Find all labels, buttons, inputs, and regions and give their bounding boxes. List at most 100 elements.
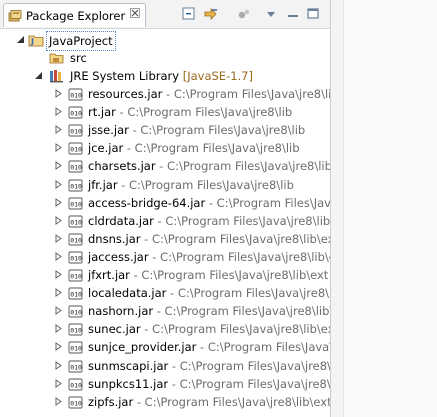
jar-icon: 010	[68, 142, 83, 155]
jar-path: - C:\Program Files\Java\jre8\lib	[168, 376, 331, 391]
jar-icon: 010	[68, 179, 83, 191]
tree-item-project[interactable]: J JavaProject	[0, 31, 330, 51]
collapsed-twisty-icon[interactable]	[54, 233, 63, 243]
tree-item-jar[interactable]: 010 charsets.jar - C:\Program Files\Java\…	[0, 157, 330, 175]
collapsed-twisty-icon[interactable]	[54, 251, 63, 261]
jar-icon: 010	[68, 269, 83, 282]
jar-name: jfr.jar	[88, 177, 118, 192]
tree-item-jar[interactable]: 010 dnsns.jar - C:\Program Files\Java\jre…	[0, 230, 330, 248]
source-folder-icon	[49, 53, 64, 64]
tree-item-jar[interactable]: 010 nashorn.jar - C:\Program Files\Java\j…	[0, 302, 330, 320]
jar-path: - C:\Program Files\Java\jre8\lib	[128, 123, 306, 138]
collapsed-twisty-icon[interactable]	[54, 215, 63, 225]
collapse-all-icon[interactable]	[181, 6, 197, 22]
tree-item-jar[interactable]: 010 jfxrt.jar - C:\Program Files\Java\jre…	[0, 266, 330, 284]
expanded-twisty-icon[interactable]	[16, 35, 25, 44]
svg-text:010: 010	[70, 309, 82, 317]
tree-item-jar[interactable]: 010 jfr.jar - C:\Program Files\Java\jre8\…	[0, 176, 330, 194]
svg-text:010: 010	[70, 291, 82, 299]
jar-name: access-bridge-64.jar	[88, 195, 206, 210]
jar-path: - C:\Program Files\Java\jre8\lib\e	[153, 213, 331, 228]
jar-icon: 010	[68, 251, 83, 264]
jar-path: - C:\Program Files\Java\jre8\lib	[123, 141, 300, 156]
jar-name: rt.jar	[88, 105, 116, 120]
tree-item-jar[interactable]: 010 cldrdata.jar - C:\Program Files\Java\…	[0, 212, 330, 230]
close-icon[interactable]	[129, 8, 141, 20]
jar-icon: 010	[68, 378, 83, 391]
tree-item-jar[interactable]: 010 sunpkcs11.jar - C:\Program Files\Java…	[0, 375, 330, 393]
collapsed-twisty-icon[interactable]	[54, 378, 63, 388]
jar-path: - C:\Program Files\Java\jre8\lib\ext	[140, 231, 331, 246]
collapsed-twisty-icon[interactable]	[54, 324, 63, 334]
svg-text:010: 010	[70, 273, 82, 281]
svg-text:010: 010	[70, 363, 82, 371]
svg-text:010: 010	[70, 200, 82, 208]
tree-item-jar[interactable]: 010 sunjce_provider.jar - C:\Program File…	[0, 338, 330, 356]
view-menu-icon[interactable]	[236, 6, 252, 22]
svg-text:010: 010	[70, 128, 82, 136]
jar-path: - C:\Program Files\Java\jre8\lib	[155, 159, 331, 174]
tree-item-jar[interactable]: 010 localedata.jar - C:\Program Files\Jav…	[0, 284, 330, 302]
collapsed-twisty-icon[interactable]	[54, 179, 63, 189]
jar-icon: 010	[68, 396, 83, 409]
svg-text:010: 010	[70, 218, 82, 226]
tree-item-jre-library[interactable]: JRE System Library [JavaSE-1.7]	[0, 67, 330, 85]
library-decoration: [JavaSE-1.7]	[182, 69, 253, 83]
jar-icon: 010	[68, 88, 83, 101]
java-project-icon: J	[28, 35, 44, 47]
jar-icon: 010	[68, 305, 83, 318]
tree-item-jar[interactable]: 010 sunec.jar - C:\Program Files\Java\jre…	[0, 320, 330, 338]
collapsed-twisty-icon[interactable]	[54, 342, 63, 352]
tree-item-jar[interactable]: 010 jce.jar - C:\Program Files\Java\jre8\…	[0, 139, 330, 157]
package-explorer-view: Package Explorer J JavaProject src JRE S…	[0, 0, 331, 417]
jar-name: nashorn.jar	[88, 304, 154, 319]
svg-text:010: 010	[70, 92, 82, 100]
collapsed-twisty-icon[interactable]	[54, 396, 63, 406]
jar-path: - C:\Program Files\Java\jre	[200, 340, 330, 355]
src-label: src	[70, 51, 87, 65]
collapsed-twisty-icon[interactable]	[54, 107, 63, 117]
jar-icon: 010	[68, 215, 83, 228]
jar-icon: 010	[68, 124, 83, 137]
svg-text:010: 010	[70, 399, 82, 407]
collapsed-twisty-icon[interactable]	[54, 288, 63, 298]
tree-item-jar[interactable]: 010 zipfs.jar - C:\Program Files\Java\jre…	[0, 393, 330, 411]
collapsed-twisty-icon[interactable]	[54, 161, 63, 171]
jar-path: - C:\Program Files\Java\jre8\lib\ext	[129, 268, 329, 282]
tree-item-jar[interactable]: 010 access-bridge-64.jar - C:\Program Fil…	[0, 194, 330, 212]
tree-item-jar[interactable]: 010 jsse.jar - C:\Program Files\Java\jre8…	[0, 121, 330, 139]
jar-path: - C:\Program Files\Java\jre8\lib	[117, 177, 294, 192]
collapsed-twisty-icon[interactable]	[54, 306, 63, 316]
collapsed-twisty-icon[interactable]	[54, 360, 63, 370]
tree-item-jar[interactable]: 010 sunmscapi.jar - C:\Program Files\Java…	[0, 357, 330, 375]
collapsed-twisty-icon[interactable]	[54, 270, 63, 279]
jar-path: - C:\Program Files\Java\j	[208, 195, 331, 210]
jar-name: jce.jar	[88, 141, 124, 156]
jar-icon: 010	[68, 341, 83, 354]
expanded-twisty-icon[interactable]	[34, 71, 43, 80]
svg-text:010: 010	[70, 164, 82, 172]
jar-icon: 010	[68, 197, 83, 210]
editor-area	[331, 0, 437, 417]
maximize-icon[interactable]	[305, 6, 321, 22]
tree-item-jar[interactable]: 010 rt.jar - C:\Program Files\Java\jre8\l…	[0, 103, 330, 121]
jar-path: - C:\Program Files\Java\jre8\lib\	[166, 286, 331, 301]
tab-package-explorer[interactable]: Package Explorer	[3, 3, 146, 27]
minimize-icon[interactable]	[285, 6, 301, 22]
jar-icon: 010	[68, 233, 83, 246]
collapsed-twisty-icon[interactable]	[54, 197, 63, 207]
svg-text:010: 010	[70, 236, 82, 244]
chevron-down-icon[interactable]	[263, 6, 279, 22]
tree-item-src[interactable]: src	[0, 49, 330, 67]
collapsed-twisty-icon[interactable]	[54, 125, 63, 135]
tree-item-jar[interactable]: 010 resources.jar - C:\Program Files\Java…	[0, 85, 330, 103]
tree-item-jar[interactable]: 010 jaccess.jar - C:\Program Files\Java\j…	[0, 248, 330, 266]
jar-name: charsets.jar	[88, 159, 156, 174]
jar-path: - C:\Program Files\Java\jre8\lib	[115, 105, 293, 120]
collapsed-twisty-icon[interactable]	[54, 143, 63, 153]
jar-icon: 010	[68, 360, 83, 372]
link-with-editor-icon[interactable]	[203, 6, 219, 22]
tab-title: Package Explorer	[26, 9, 126, 23]
svg-text:010: 010	[70, 146, 82, 154]
collapsed-twisty-icon[interactable]	[54, 89, 63, 98]
